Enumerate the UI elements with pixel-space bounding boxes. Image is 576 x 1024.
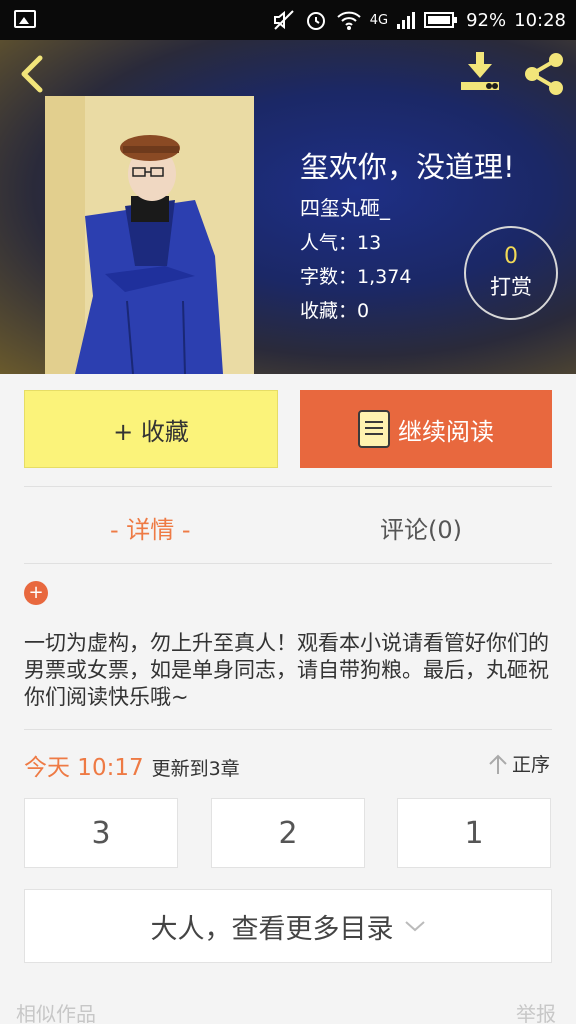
collections-value: 0 (357, 300, 370, 322)
popularity-stat: 人气：13 (300, 228, 381, 255)
tab-detail[interactable]: - 详情 - (110, 510, 191, 545)
back-button[interactable] (16, 54, 46, 94)
reward-button[interactable]: 0 打赏 (464, 226, 558, 320)
sort-order-button[interactable]: 正序 (488, 750, 550, 777)
similar-works-label: 相似作品 (16, 1002, 96, 1024)
collections-stat: 收藏：0 (300, 296, 369, 323)
expand-icon[interactable]: + (24, 581, 48, 605)
image-icon (14, 10, 36, 28)
mute-icon (272, 8, 296, 32)
battery-percent: 92% (466, 9, 507, 31)
update-chapters: 更新到3章 (151, 758, 240, 780)
update-time: 今天 10:17 (24, 755, 144, 781)
status-right: 4G 92% 10:28 (272, 6, 566, 34)
popularity-label: 人气： (300, 232, 358, 254)
signal-icon (396, 10, 416, 30)
download-icon (461, 52, 499, 90)
sort-arrow-icon (489, 754, 507, 774)
divider (24, 563, 552, 564)
book-title: 玺欢你，没道理! (300, 150, 515, 184)
share-button[interactable] (520, 50, 568, 98)
collect-button[interactable]: + 收藏 (24, 390, 278, 468)
share-icon (525, 53, 563, 95)
back-icon (21, 55, 43, 93)
sort-order-label: 正序 (512, 754, 551, 776)
divider (24, 729, 552, 730)
download-button[interactable] (458, 50, 502, 94)
battery-icon (424, 11, 458, 29)
more-catalog-button[interactable]: 大人，查看更多目录 (24, 889, 552, 963)
chapter-button[interactable]: 3 (24, 798, 178, 868)
continue-reading-label: 继续阅读 (398, 417, 494, 446)
book-icon (358, 410, 390, 448)
chapter-button[interactable]: 2 (211, 798, 365, 868)
alarm-icon (304, 8, 328, 32)
update-info: 今天 10:17 更新到3章 (24, 748, 240, 782)
book-cover (45, 96, 254, 374)
clock: 10:28 (514, 9, 566, 31)
book-description: 一切为虚构，勿上升至真人！观看本小说请看管好你们的男票或女票，如是单身同志，请自… (24, 631, 549, 709)
tab-comments[interactable]: 评论(0) (380, 510, 462, 545)
continue-reading-button[interactable]: 继续阅读 (300, 390, 552, 468)
wifi-icon (336, 9, 362, 31)
chevron-down-icon (404, 921, 425, 932)
reward-count: 0 (504, 244, 518, 269)
book-detail-screen: 4G 92% 10:28 玺欢你，没道理! 四玺丸砸_ 人气：13 字数：1,3… (0, 0, 576, 1024)
word-count-stat: 字数：1,374 (300, 262, 411, 289)
word-count-value: 1,374 (357, 266, 412, 288)
network-type: 4G (369, 12, 389, 28)
reward-label: 打赏 (490, 275, 532, 299)
more-catalog-label: 大人，查看更多目录 (150, 913, 394, 945)
collect-label: + 收藏 (113, 417, 189, 446)
book-header: 玺欢你，没道理! 四玺丸砸_ 人气：13 字数：1,374 收藏：0 0 打赏 (0, 40, 576, 374)
word-count-label: 字数： (300, 266, 358, 288)
report-link[interactable]: 举报 (516, 998, 556, 1024)
collections-label: 收藏： (300, 300, 358, 322)
status-bar: 4G 92% 10:28 (0, 0, 576, 40)
book-author[interactable]: 四玺丸砸_ (300, 192, 390, 221)
popularity-value: 13 (357, 232, 382, 254)
divider (24, 486, 552, 487)
chapter-button[interactable]: 1 (397, 798, 551, 868)
